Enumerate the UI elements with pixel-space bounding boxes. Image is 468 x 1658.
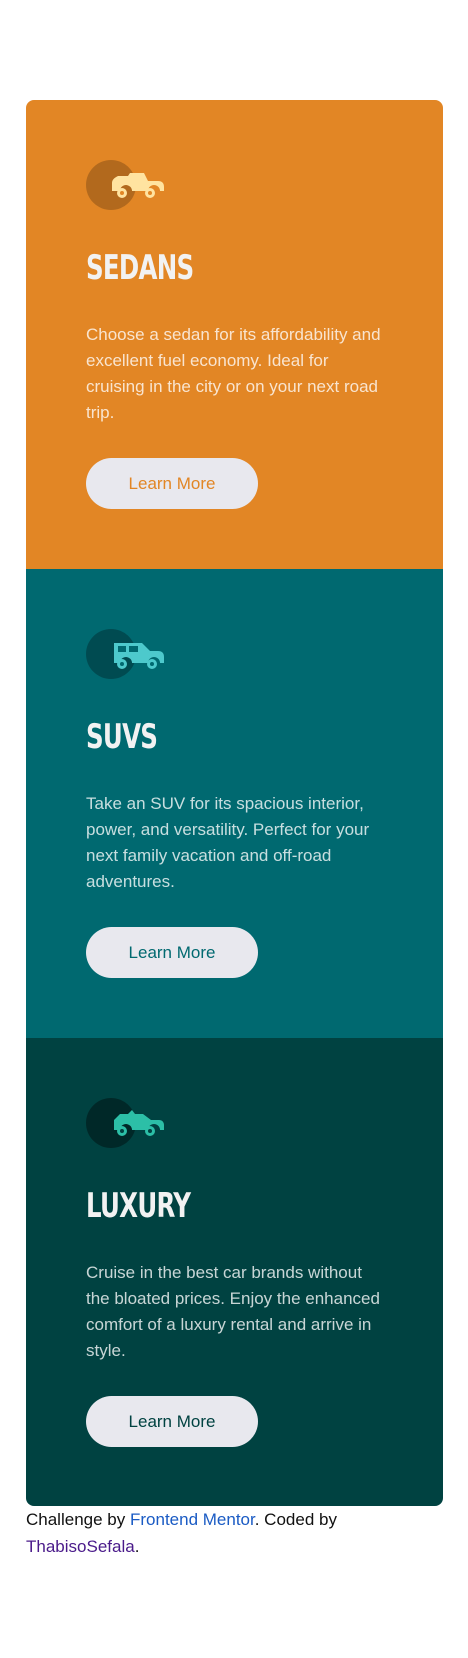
cards-container: Sedans Choose a sedan for its affordabil… xyxy=(26,100,443,1506)
frontend-mentor-link[interactable]: Frontend Mentor xyxy=(130,1510,255,1529)
author-link[interactable]: ThabisoSefala xyxy=(26,1537,135,1556)
attribution-prefix: Challenge by xyxy=(26,1510,126,1529)
suvs-card: SUVs Take an SUV for its spacious interi… xyxy=(26,569,443,1038)
learn-more-button[interactable]: Learn More xyxy=(86,458,258,509)
card-title: Luxury xyxy=(86,1186,191,1226)
card-title: Sedans xyxy=(86,248,194,288)
card-title: SUVs xyxy=(86,717,158,757)
card-description: Cruise in the best car brands without th… xyxy=(86,1263,380,1360)
learn-more-button[interactable]: Learn More xyxy=(86,1396,258,1447)
sedans-card: Sedans Choose a sedan for its affordabil… xyxy=(26,100,443,569)
sedan-car-icon xyxy=(86,160,168,210)
suv-car-icon xyxy=(86,629,168,679)
luxury-card: Luxury Cruise in the best car brands wit… xyxy=(26,1038,443,1506)
learn-more-button[interactable]: Learn More xyxy=(86,927,258,978)
card-description: Choose a sedan for its affordability and… xyxy=(86,325,381,422)
attribution: Challenge by Frontend Mentor. Coded by T… xyxy=(26,1506,446,1560)
luxury-car-icon xyxy=(86,1098,168,1148)
card-description: Take an SUV for its spacious interior, p… xyxy=(86,794,370,891)
attribution-suffix: . xyxy=(134,1537,140,1556)
attribution-middle: . Coded by xyxy=(254,1510,337,1529)
